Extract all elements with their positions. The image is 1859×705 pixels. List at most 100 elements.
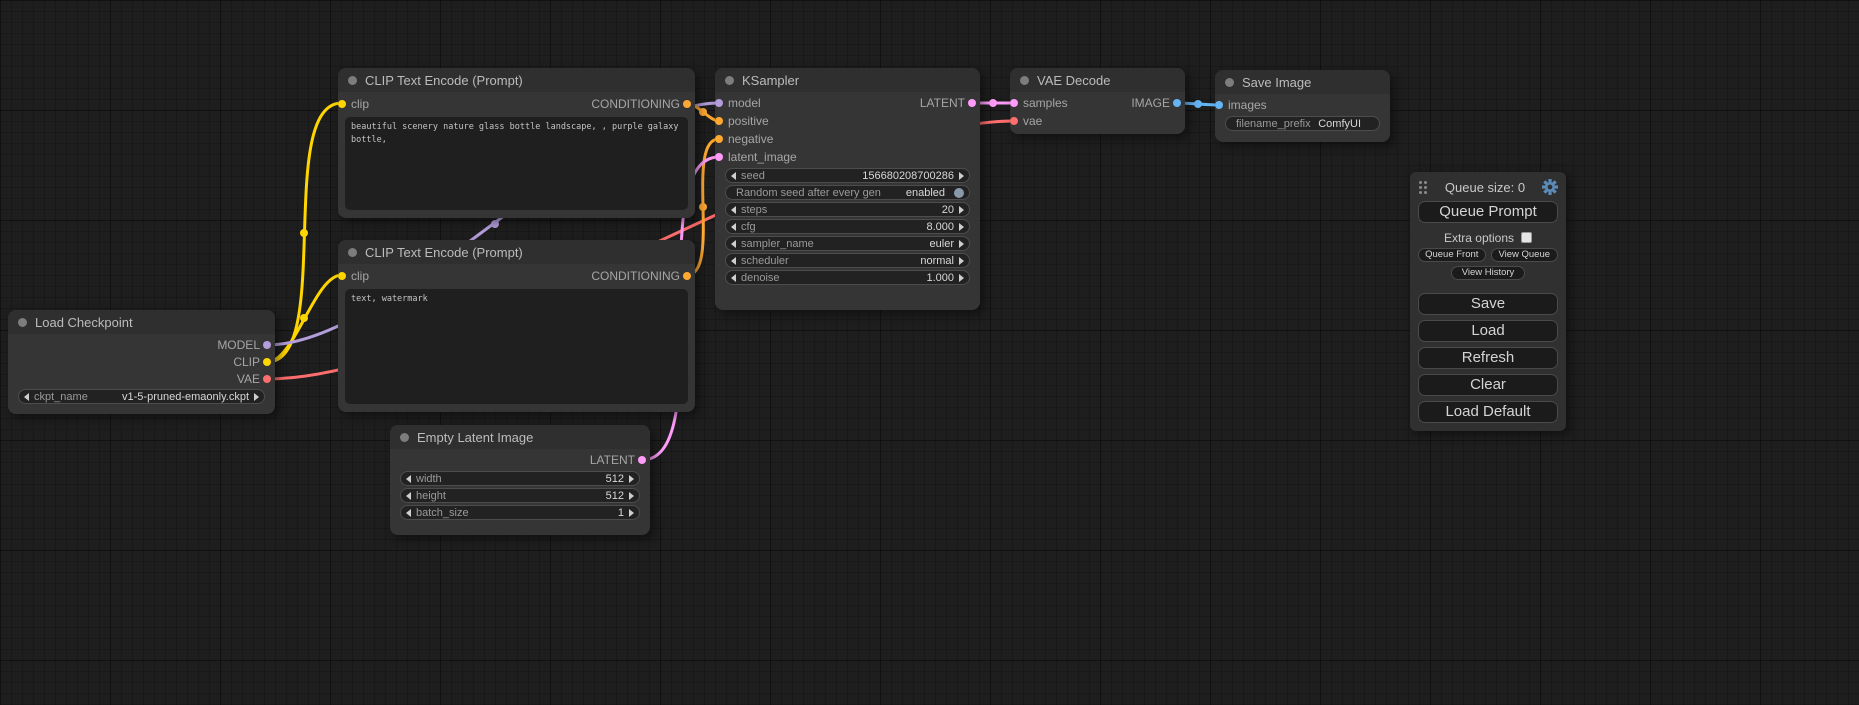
node-clip-text-encode-positive[interactable]: CLIP Text Encode (Prompt) clip CONDITION… bbox=[338, 68, 695, 218]
left-arrow-icon[interactable] bbox=[406, 509, 411, 517]
vae-input-port[interactable] bbox=[1010, 117, 1018, 125]
refresh-button[interactable]: Refresh bbox=[1418, 347, 1558, 369]
right-arrow-icon[interactable] bbox=[959, 240, 964, 248]
gear-icon[interactable] bbox=[1542, 179, 1558, 195]
load-default-button[interactable]: Load Default bbox=[1418, 401, 1558, 423]
grip-dots-icon[interactable] bbox=[1418, 180, 1428, 194]
collapse-dot-icon[interactable] bbox=[1020, 76, 1029, 85]
clip-input-port[interactable] bbox=[338, 272, 346, 280]
left-arrow-icon[interactable] bbox=[731, 223, 736, 231]
node-ksampler[interactable]: KSampler model LATENT positive negative … bbox=[715, 68, 980, 310]
queue-front-button[interactable]: Queue Front bbox=[1418, 248, 1486, 262]
node-title-bar[interactable]: Save Image bbox=[1215, 70, 1390, 94]
widget-value: 20 bbox=[942, 204, 954, 216]
node-title-bar[interactable]: VAE Decode bbox=[1010, 68, 1185, 92]
widget-label: scheduler bbox=[741, 255, 789, 267]
seed-widget[interactable]: seed 156680208700286 bbox=[725, 168, 970, 183]
node-title-bar[interactable]: CLIP Text Encode (Prompt) bbox=[338, 68, 695, 92]
widget-value: 512 bbox=[606, 473, 624, 485]
clip-input-port[interactable] bbox=[338, 100, 346, 108]
node-title-bar[interactable]: CLIP Text Encode (Prompt) bbox=[338, 240, 695, 264]
view-history-row: View History bbox=[1418, 266, 1558, 280]
latent-output-port[interactable] bbox=[968, 99, 976, 107]
model-input-port[interactable] bbox=[715, 99, 723, 107]
left-arrow-icon[interactable] bbox=[731, 206, 736, 214]
node-title: Empty Latent Image bbox=[417, 430, 533, 445]
negative-input-port[interactable] bbox=[715, 135, 723, 143]
slot-label: CONDITIONING bbox=[591, 269, 695, 283]
collapse-dot-icon[interactable] bbox=[348, 248, 357, 257]
extra-options-checkbox[interactable] bbox=[1521, 232, 1532, 243]
view-history-button[interactable]: View History bbox=[1451, 266, 1525, 280]
latent-output-port[interactable] bbox=[638, 456, 646, 464]
left-arrow-icon[interactable] bbox=[24, 393, 29, 401]
right-arrow-icon[interactable] bbox=[254, 393, 259, 401]
collapse-dot-icon[interactable] bbox=[400, 433, 409, 442]
collapse-dot-icon[interactable] bbox=[1225, 78, 1234, 87]
node-load-checkpoint[interactable]: Load Checkpoint MODEL CLIP VAE ckpt_name… bbox=[8, 310, 275, 414]
right-arrow-icon[interactable] bbox=[629, 509, 634, 517]
image-output-port[interactable] bbox=[1173, 99, 1181, 107]
widget-value: normal bbox=[920, 255, 954, 267]
widget-value: 1 bbox=[618, 507, 624, 519]
sampler-name-widget[interactable]: sampler_name euler bbox=[725, 236, 970, 251]
batch-size-widget[interactable]: batch_size 1 bbox=[400, 505, 640, 520]
denoise-widget[interactable]: denoise 1.000 bbox=[725, 270, 970, 285]
node-title-bar[interactable]: KSampler bbox=[715, 68, 980, 92]
output-slot-model: MODEL bbox=[8, 336, 275, 353]
steps-widget[interactable]: steps 20 bbox=[725, 202, 970, 217]
left-arrow-icon[interactable] bbox=[731, 274, 736, 282]
height-widget[interactable]: height 512 bbox=[400, 488, 640, 503]
collapse-dot-icon[interactable] bbox=[725, 76, 734, 85]
width-widget[interactable]: width 512 bbox=[400, 471, 640, 486]
samples-input-port[interactable] bbox=[1010, 99, 1018, 107]
clip-output-port[interactable] bbox=[263, 358, 271, 366]
toggle-knob-icon[interactable] bbox=[954, 188, 964, 198]
left-arrow-icon[interactable] bbox=[731, 257, 736, 265]
save-button[interactable]: Save bbox=[1418, 293, 1558, 315]
right-arrow-icon[interactable] bbox=[629, 492, 634, 500]
conditioning-output-port[interactable] bbox=[683, 100, 691, 108]
load-button[interactable]: Load bbox=[1418, 320, 1558, 342]
conditioning-output-port[interactable] bbox=[683, 272, 691, 280]
queue-prompt-button[interactable]: Queue Prompt bbox=[1418, 201, 1558, 223]
cfg-widget[interactable]: cfg 8.000 bbox=[725, 219, 970, 234]
right-arrow-icon[interactable] bbox=[959, 206, 964, 214]
right-arrow-icon[interactable] bbox=[959, 172, 964, 180]
prompt-text-area[interactable]: beautiful scenery nature glass bottle la… bbox=[345, 117, 688, 210]
left-arrow-icon[interactable] bbox=[406, 492, 411, 500]
left-arrow-icon[interactable] bbox=[406, 475, 411, 483]
node-title-bar[interactable]: Load Checkpoint bbox=[8, 310, 275, 334]
right-arrow-icon[interactable] bbox=[959, 274, 964, 282]
right-arrow-icon[interactable] bbox=[959, 223, 964, 231]
node-title-bar[interactable]: Empty Latent Image bbox=[390, 425, 650, 449]
collapse-dot-icon[interactable] bbox=[348, 76, 357, 85]
right-arrow-icon[interactable] bbox=[959, 257, 964, 265]
vae-output-port[interactable] bbox=[263, 375, 271, 383]
images-input-port[interactable] bbox=[1215, 101, 1223, 109]
node-vae-decode[interactable]: VAE Decode samples IMAGE vae bbox=[1010, 68, 1185, 134]
collapse-dot-icon[interactable] bbox=[18, 318, 27, 327]
clear-button[interactable]: Clear bbox=[1418, 374, 1558, 396]
left-arrow-icon[interactable] bbox=[731, 172, 736, 180]
model-output-port[interactable] bbox=[263, 341, 271, 349]
node-empty-latent-image[interactable]: Empty Latent Image LATENT width 512 heig… bbox=[390, 425, 650, 535]
node-clip-text-encode-negative[interactable]: CLIP Text Encode (Prompt) clip CONDITION… bbox=[338, 240, 695, 412]
extra-options-row: Extra options bbox=[1418, 231, 1558, 244]
view-queue-button[interactable]: View Queue bbox=[1491, 248, 1559, 262]
left-arrow-icon[interactable] bbox=[731, 240, 736, 248]
node-title: Save Image bbox=[1242, 75, 1311, 90]
wire-midpoint-dot bbox=[989, 99, 997, 107]
ckpt-name-widget[interactable]: ckpt_name v1-5-pruned-emaonly.ckpt bbox=[18, 389, 265, 404]
latent-image-input-port[interactable] bbox=[715, 153, 723, 161]
node-title: CLIP Text Encode (Prompt) bbox=[365, 73, 523, 88]
filename-prefix-widget[interactable]: filename_prefix ComfyUI bbox=[1225, 116, 1380, 131]
positive-input-port[interactable] bbox=[715, 117, 723, 125]
node-save-image[interactable]: Save Image images filename_prefix ComfyU… bbox=[1215, 70, 1390, 142]
node-graph-canvas[interactable]: Load Checkpoint MODEL CLIP VAE ckpt_name… bbox=[0, 0, 1859, 705]
scheduler-widget[interactable]: scheduler normal bbox=[725, 253, 970, 268]
right-arrow-icon[interactable] bbox=[629, 475, 634, 483]
prompt-text-area[interactable]: text, watermark bbox=[345, 289, 688, 404]
widget-value: enabled bbox=[906, 187, 945, 199]
random-seed-toggle-widget[interactable]: Random seed after every gen enabled bbox=[725, 185, 970, 200]
